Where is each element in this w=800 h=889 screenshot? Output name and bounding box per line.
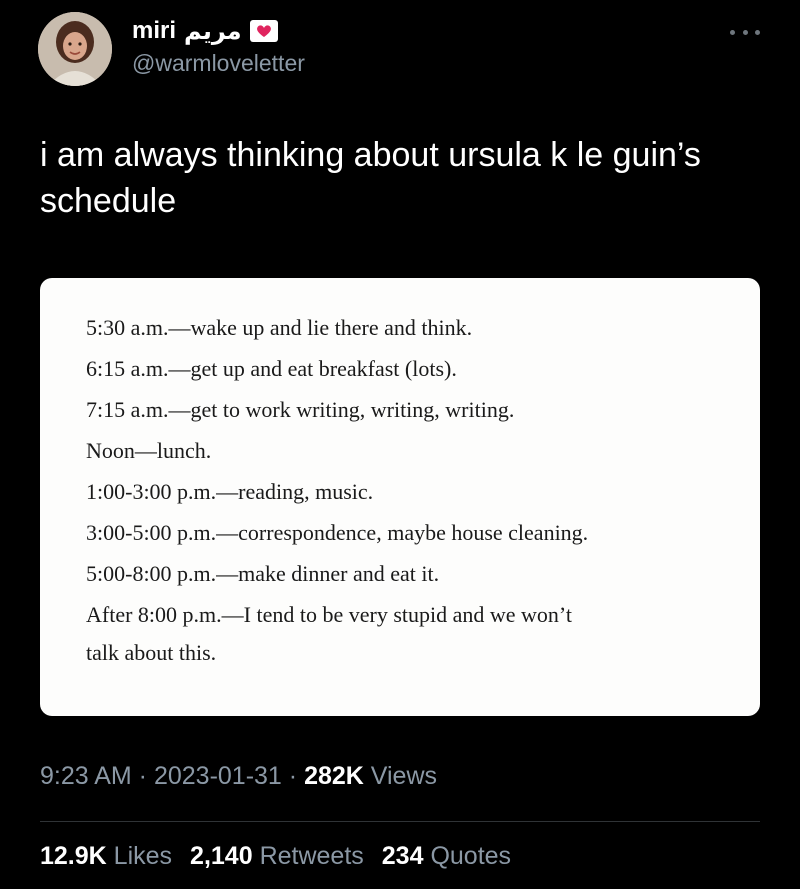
schedule-line: 3:00-5:00 p.m.—correspondence, maybe hou… <box>86 520 589 545</box>
schedule-line: 1:00-3:00 p.m.—reading, music. <box>86 479 374 504</box>
meta-separator: · <box>131 762 154 790</box>
schedule-line: 5:00-8:00 p.m.—make dinner and eat it. <box>86 561 440 586</box>
meta-separator: · <box>281 762 305 790</box>
retweets-label: Retweets <box>259 842 364 870</box>
quotes-label: Quotes <box>430 842 512 870</box>
tweet-date[interactable]: 2023-01-31 <box>154 762 282 790</box>
schedule-line: Noon—lunch. <box>86 438 212 463</box>
author-name-row[interactable]: miri مريم <box>132 16 278 46</box>
more-options-icon[interactable] <box>730 22 760 42</box>
schedule-line: talk about this. <box>86 640 217 665</box>
engagement-stats: 12.9K Likes 2,140 Retweets 234 Quotes <box>40 842 511 871</box>
love-letter-icon <box>249 20 278 42</box>
schedule-line: After 8:00 p.m.—I tend to be very stupid… <box>86 602 572 627</box>
tweet-time[interactable]: 9:23 AM <box>40 762 132 790</box>
likes-count: 12.9K <box>40 842 107 870</box>
author-handle[interactable]: @warmloveletter <box>132 50 305 77</box>
schedule-text: 5:30 a.m.—wake up and lie there and thin… <box>86 314 726 680</box>
avatar[interactable] <box>38 12 112 86</box>
tweet-text: i am always thinking about ursula k le g… <box>40 136 701 220</box>
schedule-line: 6:15 a.m.—get up and eat breakfast (lots… <box>86 356 457 381</box>
schedule-line: 5:30 a.m.—wake up and lie there and thin… <box>86 315 473 340</box>
schedule-line: 7:15 a.m.—get to work writing, writing, … <box>86 397 515 422</box>
arabic-display-name[interactable]: مريم <box>184 17 242 45</box>
retweets-count: 2,140 <box>190 842 253 870</box>
quotes-count: 234 <box>381 842 424 870</box>
views-label: Views <box>370 762 438 790</box>
likes-stat[interactable]: 12.9K Likes <box>40 842 172 871</box>
display-name[interactable]: miri <box>132 17 176 45</box>
retweets-stat[interactable]: 2,140 Retweets <box>190 842 364 871</box>
tweet-meta: 9:23 AM · 2023-01-31 · 282K Views <box>40 762 437 791</box>
divider <box>40 821 760 822</box>
likes-label: Likes <box>113 842 173 870</box>
views-count: 282K <box>304 762 364 790</box>
quotes-stat[interactable]: 234 Quotes <box>382 842 511 871</box>
attached-image[interactable]: 5:30 a.m.—wake up and lie there and thin… <box>40 278 760 716</box>
